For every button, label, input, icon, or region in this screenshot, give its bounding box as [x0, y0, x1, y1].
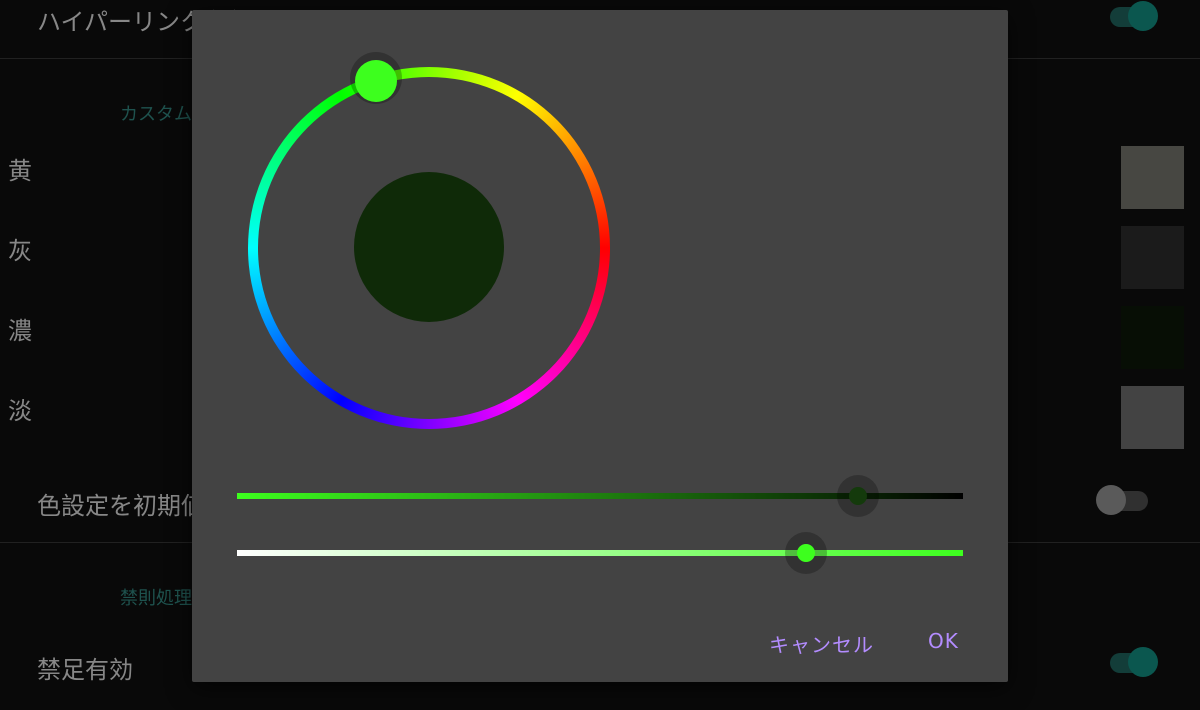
cancel-button[interactable]: キャンセル: [769, 629, 874, 658]
lightness-slider[interactable]: [237, 532, 963, 574]
slider-track: [237, 550, 963, 556]
ok-button[interactable]: OK: [928, 629, 959, 653]
color-preview-circle: [354, 172, 504, 322]
color-picker-dialog: キャンセル OK: [192, 10, 1008, 682]
saturation-value-slider[interactable]: [237, 475, 963, 517]
hue-thumb[interactable]: [355, 60, 397, 102]
slider-thumb[interactable]: [848, 487, 867, 505]
